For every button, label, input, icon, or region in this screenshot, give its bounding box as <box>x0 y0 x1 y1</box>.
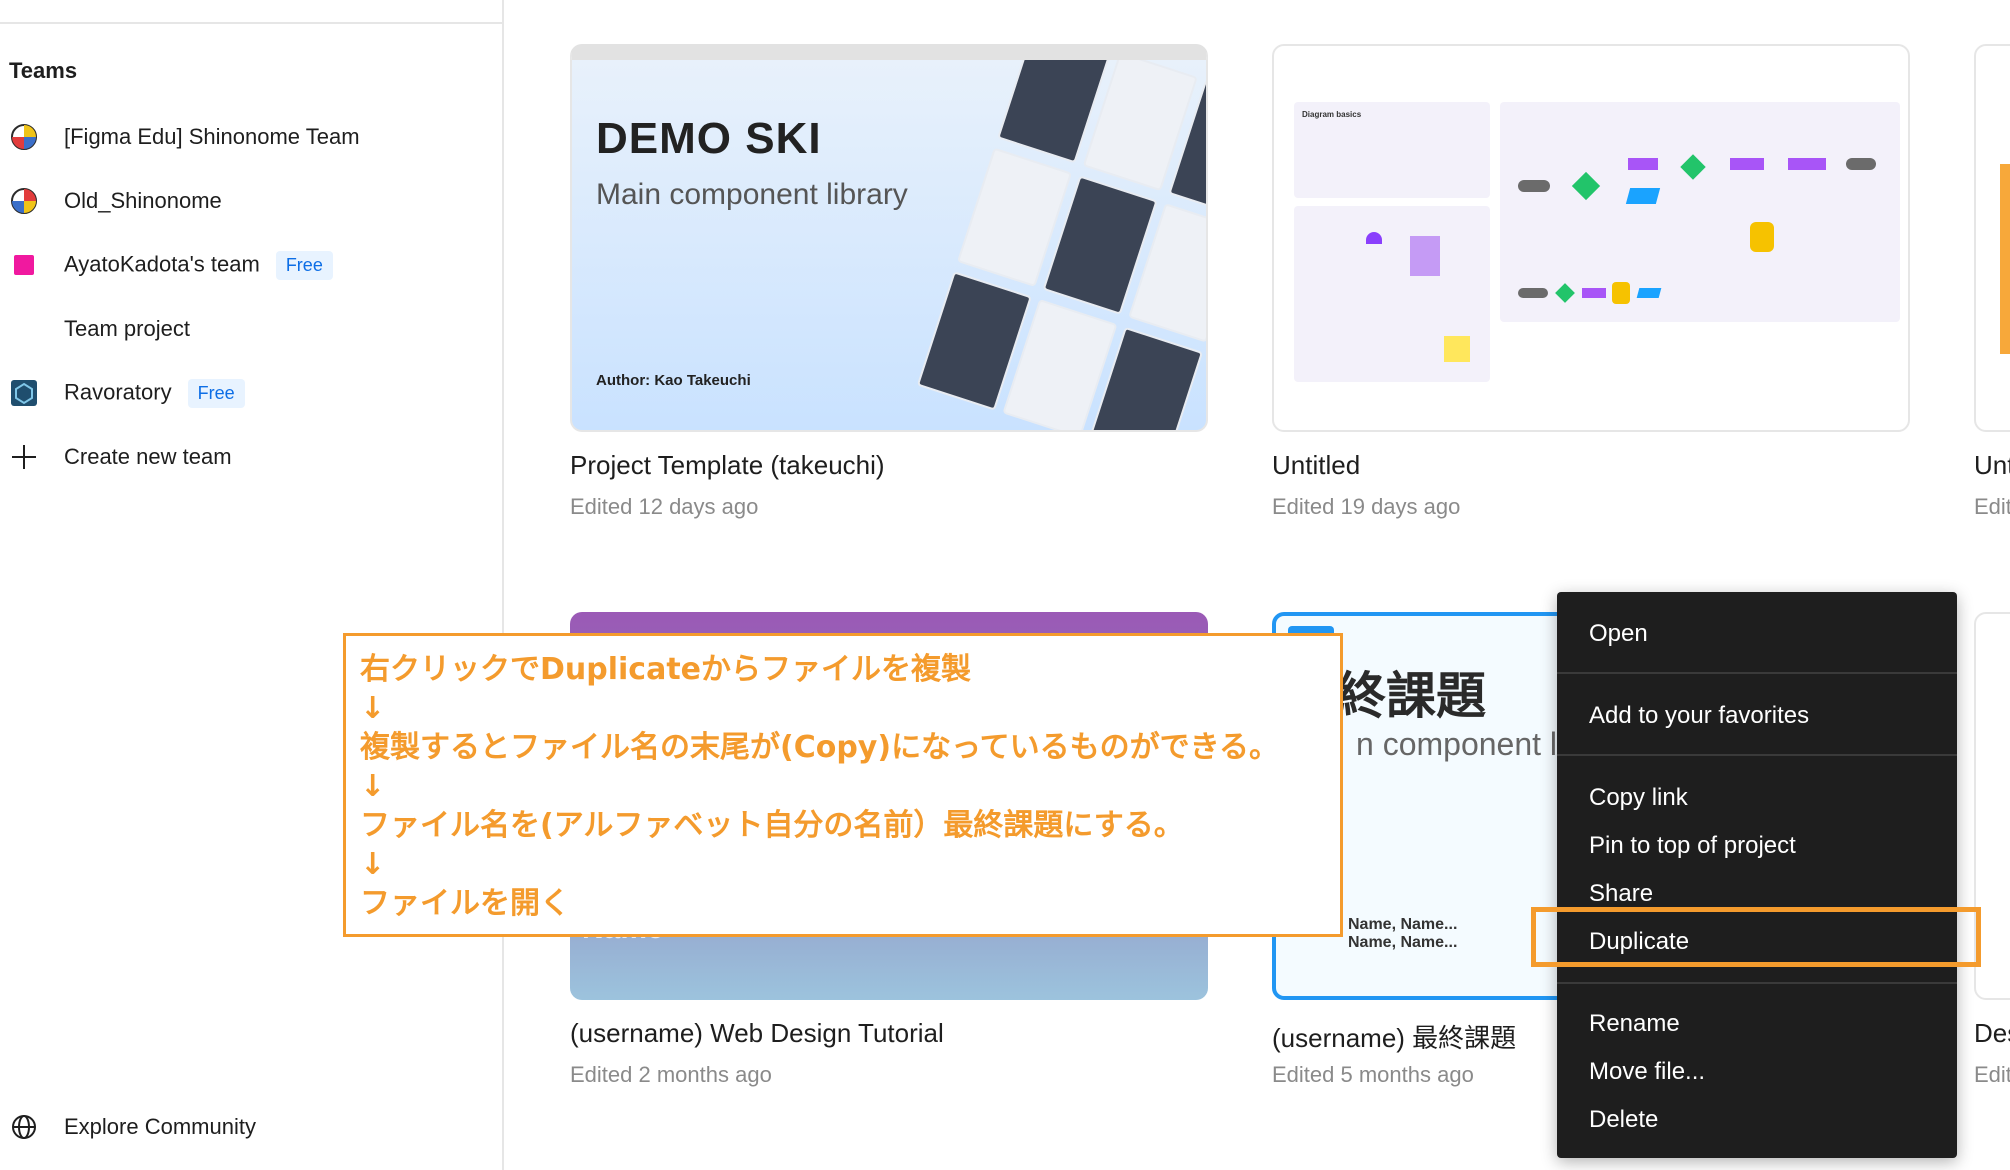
file-edited-time: Edit <box>1974 494 2010 519</box>
file-card[interactable]: Unt Edit <box>1974 44 2010 524</box>
file-thumbnail[interactable] <box>1974 44 2010 432</box>
explore-community-label: Explore Community <box>64 1114 256 1139</box>
file-title[interactable]: Project Template (takeuchi) <box>570 450 885 481</box>
thumbnail-title: 終課題 <box>1336 668 1486 724</box>
plus-icon <box>12 445 36 469</box>
menu-item-open[interactable]: Open <box>1589 620 1648 648</box>
flow-node <box>1788 158 1826 170</box>
sticky-shape <box>1444 336 1470 362</box>
callout-line: ファイル名を(アルファベット自分の名前）最終課題にする。 <box>360 808 1184 843</box>
file-thumbnail[interactable]: DEMO SKI Main component library Author: … <box>570 44 1208 432</box>
shape <box>1366 232 1382 244</box>
globe-icon <box>12 1115 36 1139</box>
file-edited-time: Edited 2 months ago <box>570 1062 772 1087</box>
file-thumbnail[interactable]: Diagram basics <box>1272 44 1910 432</box>
menu-item-add-to-favorites[interactable]: Add to your favorites <box>1589 702 1809 730</box>
sidebar-item-ayatokadota-team[interactable]: AyatoKadota's team Free <box>0 240 500 290</box>
sidebar-item-label: Ravoratory Free <box>64 378 245 408</box>
file-title[interactable]: (username) Web Design Tutorial <box>570 1018 944 1049</box>
menu-divider <box>1557 672 1957 674</box>
thumbnail-names: Name, Name... Name, Name... <box>1348 916 1457 952</box>
sidebar-item-figma-edu-shinonome-team[interactable]: [Figma Edu] Shinonome Team <box>0 112 500 162</box>
flow-node <box>1518 180 1550 192</box>
legend-database <box>1612 282 1630 304</box>
file-edited-time: Edited 12 days ago <box>570 494 759 519</box>
legend-node <box>1582 288 1606 298</box>
callout-line: 複製するとファイル名の末尾が(Copy)になっているものができる。 <box>360 730 1279 765</box>
context-menu: Open Add to your favorites Copy link Pin… <box>1557 592 1957 1158</box>
flow-decision <box>1680 154 1706 180</box>
file-title[interactable]: Des <box>1974 1018 2010 1049</box>
sidebar-item-team-project[interactable]: Team project <box>0 304 500 354</box>
callout-line: ファイルを開く <box>360 886 570 921</box>
free-badge: Free <box>275 250 333 280</box>
team-avatar-icon <box>11 188 37 214</box>
menu-item-copy-link[interactable]: Copy link <box>1589 784 1688 812</box>
flow-decision <box>1571 171 1601 201</box>
menu-item-duplicate[interactable]: Duplicate <box>1589 928 1689 956</box>
flow-database <box>1750 222 1774 252</box>
file-title[interactable]: Untitled <box>1272 450 1360 481</box>
sidebar-item-label: Old_Shinonome <box>64 188 222 213</box>
thumbnail-screens <box>841 60 1206 430</box>
team-avatar-icon <box>11 124 37 150</box>
sidebar-item-ravoratory[interactable]: Ravoratory Free <box>0 368 500 418</box>
sidebar-divider <box>0 22 502 24</box>
menu-item-move-file[interactable]: Move file... <box>1589 1058 1705 1086</box>
file-title[interactable]: Unt <box>1974 450 2010 481</box>
flow-node <box>1625 188 1661 204</box>
sidebar-item-label: AyatoKadota's team Free <box>64 250 333 280</box>
callout-line: 右クリックでDuplicateからファイルを複製 <box>360 652 972 687</box>
sidebar-item-old-shinonome[interactable]: Old_Shinonome <box>0 176 500 226</box>
thumbnail-name-line: Name, Name... <box>1348 934 1458 951</box>
file-edited-time: Edit <box>1974 1062 2010 1087</box>
legend-decision <box>1555 283 1575 303</box>
thumbnail-panel <box>2000 164 2010 354</box>
callout-arrow: ↓ <box>360 691 386 726</box>
flow-node <box>1846 158 1876 170</box>
menu-item-pin-to-top[interactable]: Pin to top of project <box>1589 832 1796 860</box>
team-pink-square-icon <box>14 255 34 275</box>
sidebar-item-label: [Figma Edu] Shinonome Team <box>64 124 360 149</box>
teams-heading: Teams <box>9 58 78 83</box>
thumbnail-author: Author: Kao Takeuchi <box>596 372 751 389</box>
callout-arrow: ↓ <box>360 769 386 804</box>
flow-panel <box>1500 102 1900 322</box>
diagram-panel: Diagram basics <box>1294 102 1490 198</box>
thumbnail-subtitle: n component li <box>1356 726 1565 762</box>
menu-item-delete[interactable]: Delete <box>1589 1106 1658 1134</box>
flow-node <box>1628 158 1658 170</box>
sidebar-item-label: Team project <box>64 316 190 341</box>
menu-divider <box>1557 754 1957 756</box>
create-new-team-label: Create new team <box>64 444 232 469</box>
file-thumbnail[interactable] <box>1974 612 2010 1000</box>
create-new-team-button[interactable]: Create new team <box>0 432 500 482</box>
free-badge: Free <box>187 378 245 408</box>
thumbnail-name-line: Name, Name... <box>1348 916 1458 933</box>
sticky-shape <box>1410 236 1440 276</box>
menu-item-rename[interactable]: Rename <box>1589 1010 1680 1038</box>
thumbnail-title: DEMO SKI <box>596 114 822 163</box>
file-title[interactable]: (username) 最終課題 <box>1272 1018 1516 1055</box>
file-card[interactable]: Des Edit <box>1974 612 2010 1092</box>
sidebar: Teams [Figma Edu] Shinonome Team Old_Shi… <box>0 0 504 1170</box>
flow-node <box>1730 158 1764 170</box>
ravoratory-logo-icon <box>11 380 37 406</box>
explore-community-link[interactable]: Explore Community <box>0 1102 500 1152</box>
instruction-callout: 右クリックでDuplicateからファイルを複製 ↓ 複製するとファイル名の末尾… <box>343 633 1343 937</box>
file-edited-time: Edited 5 months ago <box>1272 1062 1474 1087</box>
menu-divider <box>1557 982 1957 984</box>
menu-item-share[interactable]: Share <box>1589 880 1653 908</box>
legend-node <box>1518 288 1548 298</box>
diagram-panel <box>1294 206 1490 382</box>
legend-node <box>1636 288 1662 298</box>
file-edited-time: Edited 19 days ago <box>1272 494 1461 519</box>
callout-arrow: ↓ <box>360 847 386 882</box>
diagram-heading: Diagram basics <box>1302 110 1362 119</box>
thumbnail-subtitle: Main component library <box>596 178 908 211</box>
